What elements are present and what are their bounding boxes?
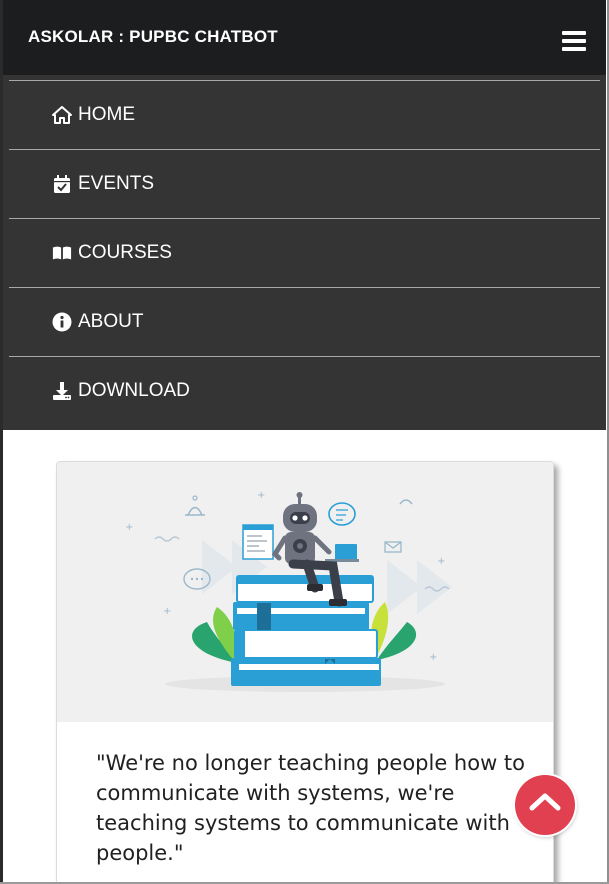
menu-item-label: DOWNLOAD [78,380,190,401]
hamburger-icon[interactable] [562,31,586,53]
menu-item-events[interactable]: EVENTS [9,149,600,218]
menu-item-home[interactable]: HOME [9,80,600,149]
menu-item-label: ABOUT [78,311,144,332]
menu-item-label: COURSES [78,242,172,263]
info-circle-icon [52,312,72,332]
menu-item-label: EVENTS [78,173,155,194]
calendar-check-icon [52,174,72,194]
svg-text:+: + [257,490,265,501]
svg-text:+: + [429,652,437,663]
svg-text:+: + [125,522,133,533]
quote-text: "We're no longer teaching people how to … [96,751,526,865]
robot-on-books-illustration: + + + + + [57,462,553,722]
chevron-up-icon [528,790,562,820]
brand-title[interactable]: ASKOLAR : PUPBC CHATBOT [28,27,278,47]
svg-text:+: + [437,556,445,567]
quote-card: + + + + + "We're no longer teaching peop… [56,461,554,884]
menu-item-about[interactable]: ABOUT [9,287,600,356]
nav-menu: HOME EVENTS COURSES ABOUT DOWNLOAD [3,75,606,430]
download-icon [52,381,72,401]
book-open-icon [52,243,72,263]
svg-text:+: + [163,606,171,617]
top-navbar: ASKOLAR : PUPBC CHATBOT [3,0,606,75]
menu-item-label: HOME [78,104,135,125]
menu-item-courses[interactable]: COURSES [9,218,600,287]
menu-item-download[interactable]: DOWNLOAD [9,356,600,425]
home-icon [52,105,72,125]
scroll-to-top-button[interactable] [515,775,575,835]
